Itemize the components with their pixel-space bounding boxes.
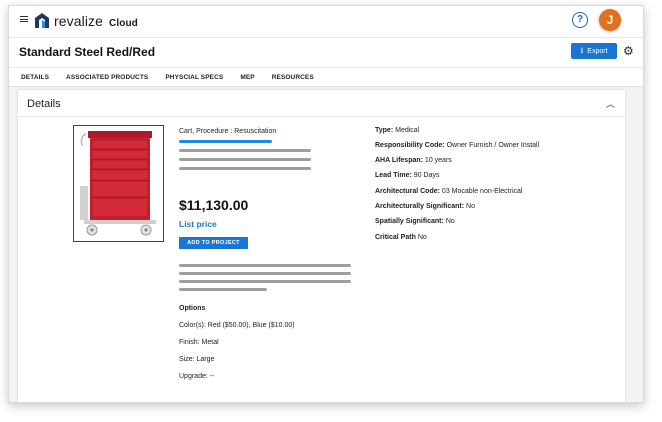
divider	[9, 67, 643, 68]
attribute-value: No	[466, 203, 475, 210]
product-image	[73, 125, 164, 242]
help-icon[interactable]: ?	[572, 12, 588, 28]
export-button[interactable]: ⭳ Export	[571, 43, 617, 59]
placeholder-line	[179, 264, 351, 267]
list-price-label: List price	[179, 219, 217, 229]
product-category: Cart, Procedure : Resuscitation	[179, 128, 277, 135]
top-bar: revalize Cloud ? J	[9, 6, 643, 36]
placeholder-line	[179, 149, 311, 152]
placeholder-line	[179, 158, 311, 161]
tab-resources[interactable]: RESOURCES	[272, 74, 314, 81]
attribute-value: 90 Days	[413, 172, 440, 179]
attribute-label: Architectural Code:	[375, 188, 440, 195]
attribute-value: Owner Furnish / Owner Install	[446, 142, 540, 149]
loading-bar	[179, 140, 272, 143]
option-item: Upgrade: --	[179, 373, 215, 380]
placeholder-line	[179, 280, 351, 283]
download-icon: ⭳	[580, 46, 584, 55]
attribute-row: Type: Medical	[375, 127, 419, 134]
attribute-row: Critical Path No	[375, 234, 427, 241]
attribute-row: Architecturally Significant: No	[375, 203, 475, 210]
gear-icon[interactable]: ⚙	[623, 44, 634, 58]
brand-name: revalize Cloud	[54, 13, 138, 29]
tab-bar: DETAILS ASSOCIATED PRODUCTS PHYSCIAL SPE…	[21, 74, 331, 81]
attribute-row: Architectural Code: 03 Mocable non-Elect…	[375, 188, 522, 195]
attribute-label: Responsibility Code:	[375, 142, 445, 149]
attribute-label: Spatially Significant:	[375, 218, 444, 225]
add-to-project-button[interactable]: ADD TO PROJECT	[179, 237, 248, 249]
attribute-value: Medical	[395, 127, 420, 134]
export-label: Export	[587, 47, 608, 55]
placeholder-line	[179, 272, 351, 275]
details-card: Details ︿ Cart, Procedure: Resuscitatio…	[18, 90, 625, 402]
attribute-row: Lead Time: 90 Days	[375, 172, 439, 179]
divider	[18, 116, 625, 117]
divider	[9, 37, 643, 38]
attribute-value: No	[417, 234, 427, 241]
placeholder-line	[179, 167, 311, 170]
attribute-value: 10 years	[424, 157, 452, 164]
page-title: Standard Steel Red/Red	[19, 45, 156, 59]
attribute-label: Type:	[375, 127, 394, 134]
brand-text: revalize	[54, 13, 104, 29]
revalize-logo-icon	[35, 13, 49, 28]
attribute-label: AHA Lifespan:	[375, 157, 423, 164]
user-avatar[interactable]: J	[599, 9, 621, 31]
attribute-value: No	[445, 218, 455, 225]
placeholder-line	[179, 288, 267, 291]
attribute-label: Lead Time:	[375, 172, 412, 179]
tab-details[interactable]: DETAILS	[21, 74, 49, 81]
product-price: $11,130.00	[179, 197, 249, 213]
details-title: Details	[27, 98, 61, 110]
content-area: Details ︿ Cart, Procedure: Resuscitatio…	[9, 87, 643, 402]
attribute-label: Critical Path	[375, 234, 416, 241]
attribute-row: Responsibility Code: Owner Furnish / Own…	[375, 142, 539, 149]
app-window: revalize Cloud ? J Standard Steel Red/Re…	[8, 5, 644, 403]
options-title: Options	[179, 305, 206, 312]
attribute-row: Spatially Significant: No	[375, 218, 455, 225]
tab-physical-specs[interactable]: PHYSCIAL SPECS	[165, 74, 223, 81]
menu-icon[interactable]	[20, 16, 28, 22]
tab-associated-products[interactable]: ASSOCIATED PRODUCTS	[66, 74, 148, 81]
option-item: Color(s): Red ($50.00), Blue ($10.00)	[179, 322, 295, 329]
option-item: Finish: Metal	[179, 339, 219, 346]
tab-mep[interactable]: MEP	[240, 74, 254, 81]
brand-suffix: Cloud	[109, 18, 138, 29]
chevron-up-icon[interactable]: ︿	[606, 97, 615, 110]
option-item: Size: Large	[179, 356, 215, 363]
attribute-value: 03 Mocable non-Electrical	[441, 188, 523, 195]
attribute-row: AHA Lifespan: 10 years	[375, 157, 452, 164]
attribute-label: Architecturally Significant:	[375, 203, 465, 210]
medical-cart-image	[74, 126, 163, 241]
